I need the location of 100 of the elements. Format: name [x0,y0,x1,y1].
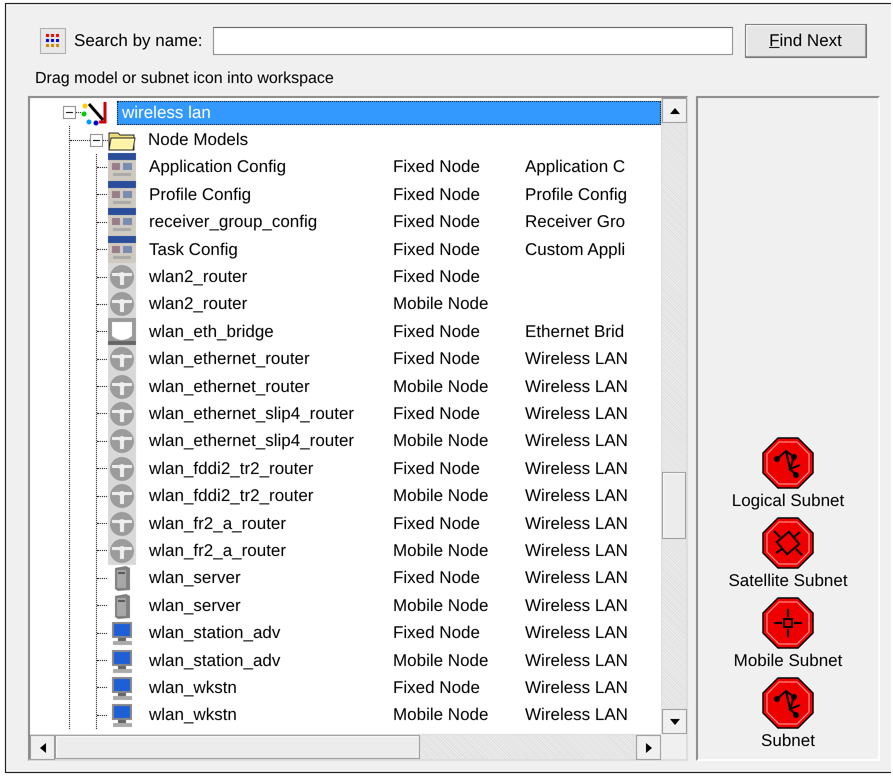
node-type: Mobile Node [393,294,490,314]
model-name[interactable]: wlan_fr2_a_router [149,540,393,561]
model-description: Ethernet Brid [525,322,624,342]
collapse-toggle[interactable] [63,106,76,120]
node-type: Mobile Node [393,596,490,616]
server-icon [112,564,132,592]
scroll-thumb[interactable] [662,472,686,540]
workstation-icon [110,674,134,701]
model-name[interactable]: wlan_ethernet_router [149,349,393,370]
model-description: Wireless LAN [525,623,628,644]
model-description: Wireless LAN [525,650,628,670]
scroll-down-button[interactable] [662,709,687,734]
node-type: Fixed Node [393,678,481,698]
caret-up-icon [670,108,680,114]
model-name[interactable]: wlan_fddi2_tr2_router [149,458,393,479]
router-icon [108,372,136,401]
model-name[interactable]: wlan_station_adv [149,650,393,670]
node-type: Fixed Node [393,267,481,288]
model-name[interactable]: wlan_eth_bridge [149,322,393,342]
node-type: Fixed Node [393,458,481,479]
workstation-icon [110,702,134,728]
bridge-icon [108,318,136,346]
model-description: Wireless LAN [525,568,628,588]
router-icon [108,345,136,374]
model-description: Wireless LAN [525,486,628,506]
model-description: Profile Config [525,184,628,205]
scroll-left-button[interactable] [30,735,55,760]
model-name[interactable]: wlan2_router [149,294,393,314]
subnet-icon[interactable] [762,677,814,729]
node-type: Mobile Node [393,540,490,561]
node-type: Mobile Node [393,705,490,726]
model-name[interactable]: wlan_wkstn [149,678,393,698]
model-name[interactable]: wlan_fddi2_tr2_router [149,486,393,506]
model-description: Wireless LAN [525,678,628,698]
node-type: Fixed Node [393,349,481,370]
model-description: Application C [525,157,626,178]
node-type: Fixed Node [393,568,481,588]
router-icon [108,482,136,510]
model-description: Wireless LAN [525,376,628,397]
model-name[interactable]: wlan_ethernet_slip4_router [149,404,393,424]
model-description: Wireless LAN [525,596,628,616]
config-tile-icon [108,208,136,236]
model-name[interactable]: Application Config [149,157,393,178]
model-name[interactable]: wlan_station_adv [149,623,393,644]
model-name[interactable]: wlan2_router [149,267,393,288]
model-name[interactable]: wlan_wkstn [149,705,393,726]
node-type: Fixed Node [393,404,481,424]
node-type: Fixed Node [393,157,481,178]
node-type: Fixed Node [393,212,481,232]
folder-item[interactable]: Node Models [148,130,248,150]
model-name[interactable]: wlan_server [149,596,393,616]
config-tile-icon [108,236,136,264]
subnet-label: Subnet [761,731,815,751]
node-type: Mobile Node [393,486,490,506]
scrollbar-corner [661,734,686,759]
subnet-label: Satellite Subnet [728,571,848,591]
horizontal-scrollbar[interactable] [30,734,661,759]
subnet-icon[interactable] [762,517,814,569]
node-type: Fixed Node [393,623,481,644]
subnet-icon[interactable] [762,597,814,649]
grid-icon-button[interactable] [40,28,66,54]
model-description: Receiver Gro [525,212,626,232]
node-type: Mobile Node [393,431,490,452]
model-description: Wireless LAN [525,514,628,534]
subnet-icon[interactable] [762,437,814,489]
node-type: Fixed Node [393,240,481,260]
model-description: Wireless LAN [525,540,628,561]
scroll-thumb[interactable] [55,735,420,759]
node-type: Mobile Node [393,376,490,397]
scroll-right-button[interactable] [636,735,661,760]
workstation-icon [110,620,134,646]
model-description: Wireless LAN [525,404,628,424]
model-name[interactable]: wlan_ethernet_router [149,376,393,397]
subnet-label: Mobile Subnet [734,651,842,671]
router-icon [108,290,136,318]
vertical-scrollbar[interactable] [661,98,686,734]
model-name[interactable]: wlan_server [149,568,393,588]
model-name[interactable]: Task Config [149,240,393,260]
scroll-up-button[interactable] [662,98,687,123]
model-name[interactable]: wlan_ethernet_slip4_router [149,431,393,452]
hint-text: Drag model or subnet icon into workspace [35,70,335,89]
search-field[interactable] [212,27,733,55]
collapse-toggle[interactable] [90,134,103,147]
model-name[interactable]: Profile Config [149,184,393,205]
node-type: Fixed Node [393,514,481,534]
router-icon [108,400,136,428]
model-description: Wireless LAN [525,458,628,479]
model-name[interactable]: receiver_group_config [149,212,393,232]
router-icon [108,536,136,565]
workstation-icon [110,648,134,674]
router-icon [108,263,136,292]
config-tile-icon [108,180,136,209]
caret-left-icon [40,742,46,752]
router-icon [108,454,136,483]
node-type: Fixed Node [393,322,481,342]
model-description: Wireless LAN [525,431,628,452]
grid-icon [45,33,61,49]
find-next-button[interactable]: Find Next [744,24,867,58]
model-name[interactable]: wlan_fr2_a_router [149,514,393,534]
node-type: Fixed Node [393,184,481,205]
